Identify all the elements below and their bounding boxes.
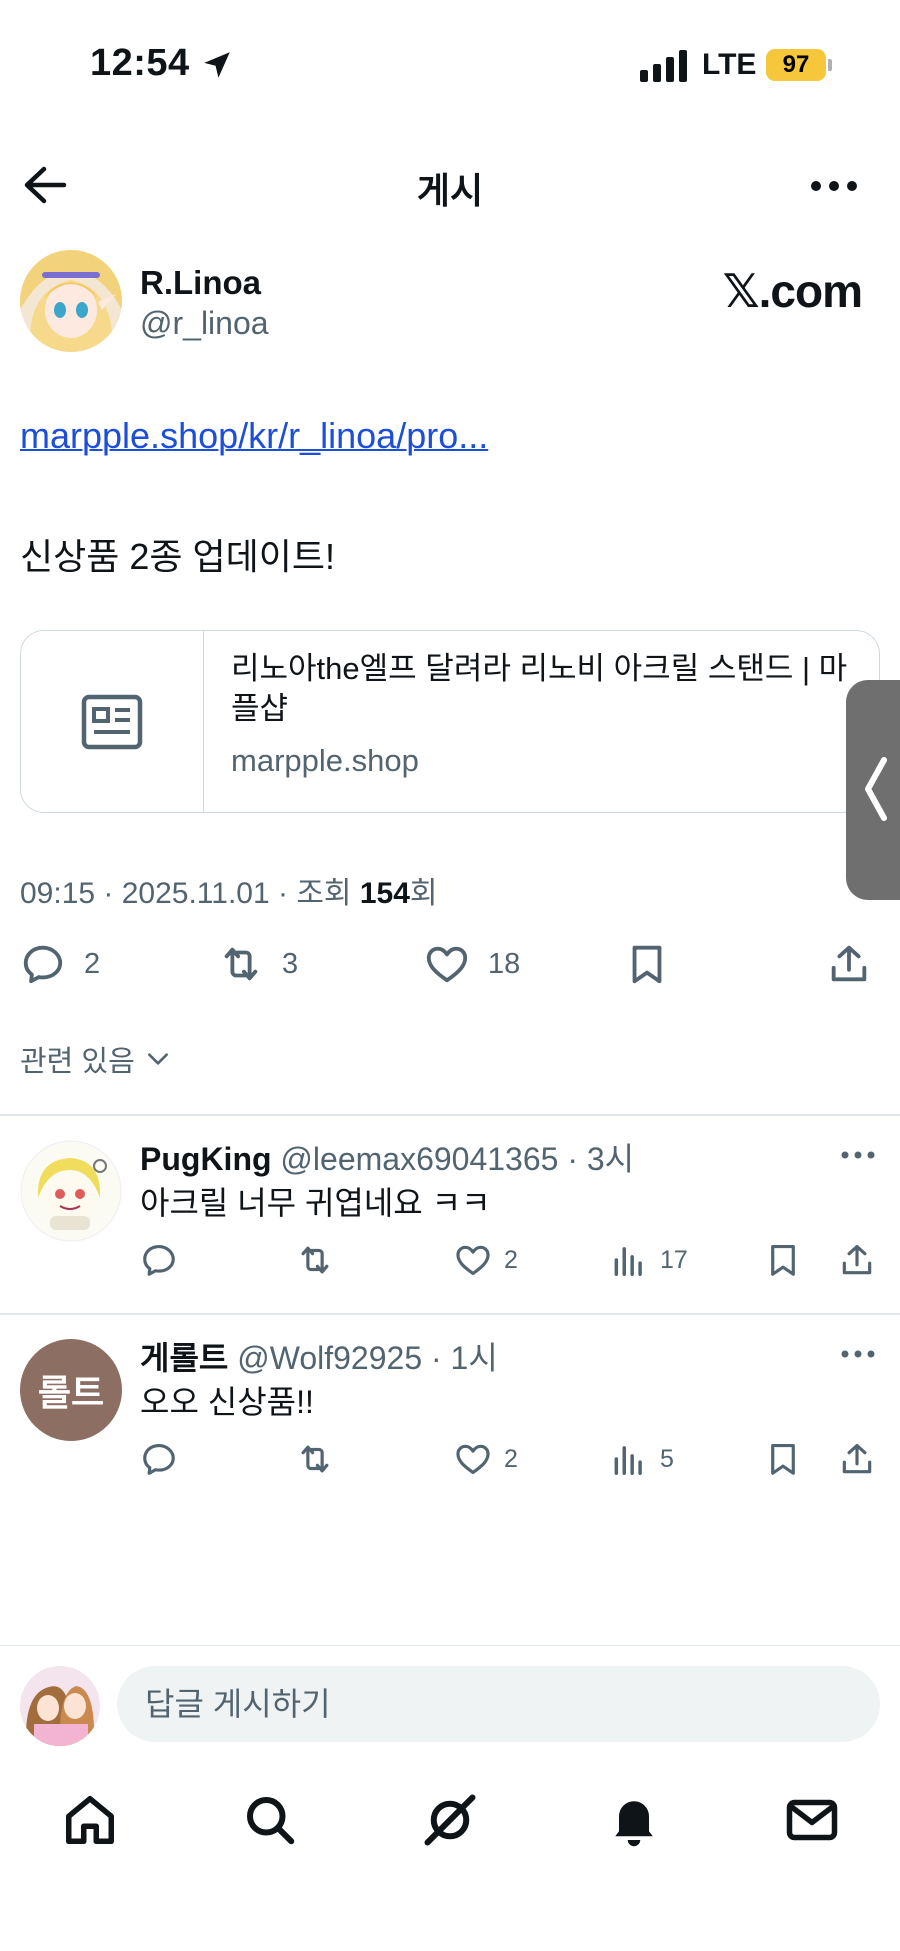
reply-item[interactable]: 롤트 게롤트 @Wolf92925 · 1시 오오 신상품!! 2 5 [0,1313,900,1511]
author-handle[interactable]: @r_linoa [140,305,269,342]
reply-reply-button[interactable] [140,1437,178,1481]
analytics-icon [614,1446,642,1475]
reply-header: PugKing @leemax69041365 · 3시 [140,1134,634,1180]
reply-avatar-text: 롤트 [37,1372,105,1413]
reply-icon [143,1443,175,1475]
home-icon[interactable] [60,1790,120,1850]
reply-avatar[interactable]: 롤트 [20,1339,122,1441]
post-author: R.Linoa @r_linoa 𝕏.com [20,250,880,360]
grok-icon[interactable] [420,1790,480,1850]
status-bar: 12:54 LTE 97 [0,0,900,130]
network-label: LTE [702,48,757,81]
repost-count: 3 [282,947,299,980]
reply-like-count: 2 [504,1444,518,1473]
post-timestamp: 09:15 · 2025.11.01 · 조회 [20,877,360,910]
reply-text: 아크릴 너무 귀엽네요 ㅋㅋ [140,1185,491,1221]
reply-like-button[interactable]: 2 [454,1437,518,1481]
x-watermark: 𝕏.com [722,265,863,317]
reply-repost-button[interactable] [296,1238,334,1282]
more-horizontal-icon[interactable] [840,1148,876,1162]
battery-level: 97 [766,49,826,81]
user-avatar[interactable] [20,1666,100,1746]
chevron-left-icon [865,757,887,821]
share-icon [842,1443,872,1474]
reply-time: · 3시 [567,1141,635,1177]
reply-reply-button[interactable] [140,1238,178,1282]
reply-views-button[interactable]: 17 [610,1238,688,1282]
like-count: 18 [488,947,521,980]
reply-icon [143,1244,175,1276]
reply-item[interactable]: PugKing @leemax69041365 · 3시 아크릴 너무 귀엽네요… [0,1114,900,1312]
more-horizontal-icon[interactable] [808,168,860,204]
chevron-down-icon [147,1053,168,1065]
messages-icon[interactable] [782,1790,842,1850]
reply-share-button[interactable] [838,1238,876,1282]
reply-view-count: 17 [660,1245,688,1274]
reply-author-name[interactable]: PugKing [140,1141,272,1177]
view-suffix: 회 [409,877,438,910]
author-name[interactable]: R.Linoa [140,264,261,302]
repost-icon [224,947,258,981]
bookmark-icon [771,1244,795,1276]
post-meta: 09:15 · 2025.11.01 · 조회 154회 [20,868,438,912]
reply-author-name[interactable]: 게롤트 [140,1340,228,1376]
reply-bookmark-button[interactable] [764,1238,802,1282]
post-link[interactable]: marpple.shop/kr/r_linoa/pro... [20,415,488,457]
reply-header: 게롤트 @Wolf92925 · 1시 [140,1333,498,1379]
share-button[interactable] [826,936,872,992]
notifications-icon[interactable] [604,1790,664,1850]
author-avatar[interactable] [20,250,122,352]
battery-cap [828,59,832,71]
share-icon [842,1244,872,1275]
bookmark-icon [771,1443,795,1475]
repost-button[interactable]: 3 [218,936,298,992]
side-panel-handle[interactable] [846,680,900,900]
more-horizontal-icon[interactable] [840,1347,876,1361]
signal-icon [640,50,687,82]
bookmark-button[interactable] [624,936,670,992]
like-button[interactable]: 18 [424,936,520,992]
reply-author-handle[interactable]: @leemax69041365 [280,1141,558,1177]
reply-input[interactable] [117,1666,880,1742]
reply-text: 오오 신상품!! [140,1384,314,1420]
reply-view-count: 5 [660,1444,674,1473]
heart-icon [426,946,468,983]
card-thumbnail [21,631,204,812]
card-title: 리노아the엘프 달려라 리노비 아크릴 스탠드 | 마플샵 [231,651,848,726]
reply-icon [23,945,63,984]
reply-count: 2 [84,947,101,980]
page-title: 게시 [416,170,484,211]
card-domain: marpple.shop [231,743,419,778]
repost-icon [301,1246,329,1274]
heart-icon [456,1245,490,1276]
bottom-tab-bar [0,1780,900,1880]
top-navigation: 게시 [0,150,900,220]
reply-author-handle[interactable]: @Wolf92925 [237,1340,422,1376]
heart-icon [456,1444,490,1475]
post-text: 신상품 2종 업데이트! [20,536,335,577]
bookmark-icon [632,945,662,984]
analytics-icon [614,1247,642,1276]
repost-icon [301,1445,329,1473]
reply-bookmark-button[interactable] [764,1437,802,1481]
reply-like-count: 2 [504,1245,518,1274]
reply-time: · 1시 [431,1340,498,1376]
related-toggle[interactable]: 관련 있음 [20,1038,171,1080]
reply-avatar[interactable] [20,1140,122,1242]
post-actions: 2 3 18 [0,936,900,992]
reply-repost-button[interactable] [296,1437,334,1481]
related-label: 관련 있음 [20,1046,135,1078]
location-arrow-icon [204,52,230,78]
share-icon [831,945,867,982]
article-icon [81,694,143,750]
view-count: 154 [359,877,410,910]
reply-composer [0,1645,900,1775]
search-icon[interactable] [240,1790,300,1850]
link-preview-card[interactable]: 리노아the엘프 달려라 리노비 아크릴 스탠드 | 마플샵 marpple.s… [20,630,880,813]
reply-like-button[interactable]: 2 [454,1238,518,1282]
reply-views-button[interactable]: 5 [610,1437,674,1481]
reply-button[interactable]: 2 [20,936,100,992]
status-time: 12:54 [90,42,190,84]
reply-share-button[interactable] [838,1437,876,1481]
